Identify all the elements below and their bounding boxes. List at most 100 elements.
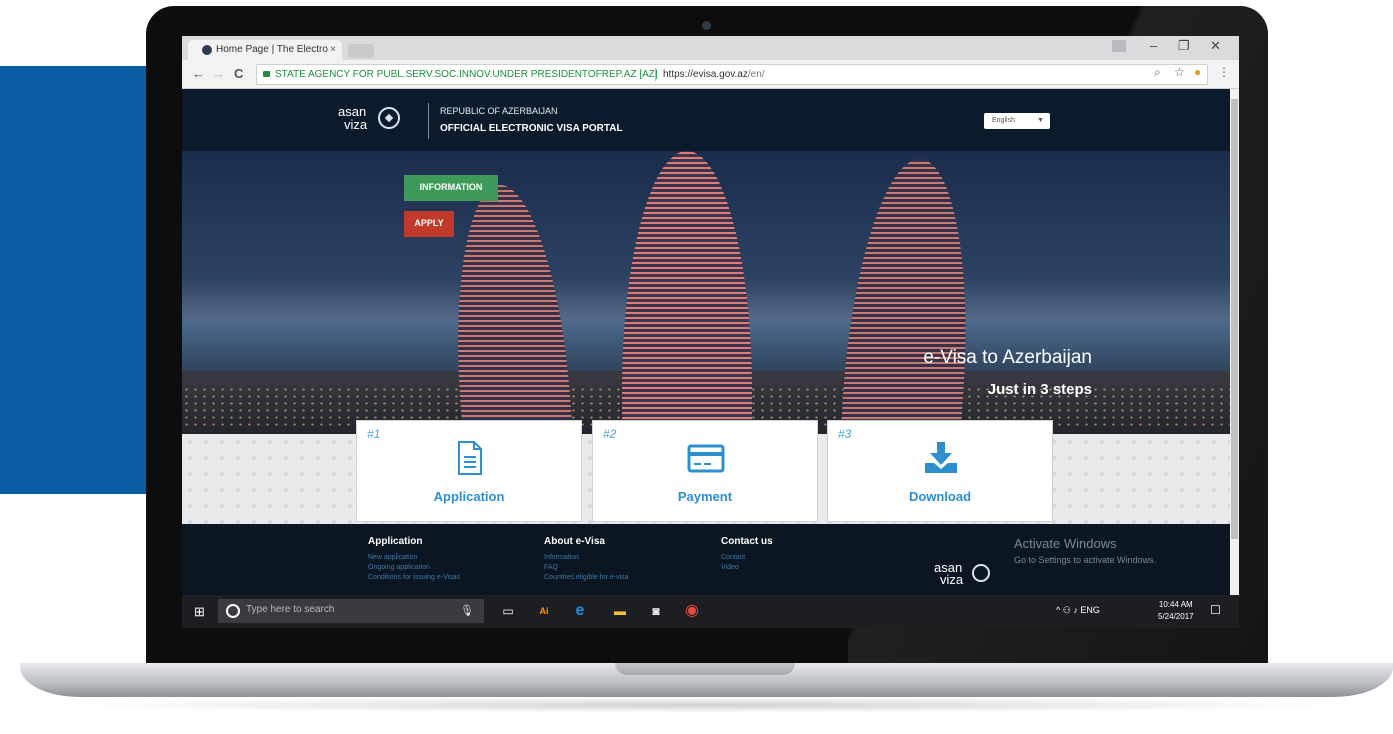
cortana-icon: [226, 604, 240, 618]
address-bar[interactable]: STATE AGENCY FOR PUBL.SERV.SOC.INNOV.UND…: [256, 64, 1208, 85]
step-card-payment[interactable]: #2 Payment: [592, 420, 818, 522]
footer-link[interactable]: Information: [544, 553, 628, 563]
forward-icon[interactable]: →: [212, 66, 225, 81]
menu-icon[interactable]: ⋮: [1218, 65, 1230, 79]
scrollbar-thumb[interactable]: [1231, 99, 1238, 539]
site-favicon-icon: [202, 45, 212, 55]
search-icon[interactable]: ⌕: [1154, 65, 1161, 80]
logo-emblem-icon: [972, 564, 990, 582]
chrome-icon[interactable]: ◉: [682, 601, 702, 621]
asan-viza-logo[interactable]: asan viza: [338, 105, 400, 132]
clock-time: 10:44 AM: [1158, 600, 1193, 609]
laptop-notch: [615, 663, 795, 675]
page-scrollbar[interactable]: [1230, 89, 1239, 595]
chevron-up-icon[interactable]: ^: [1056, 605, 1060, 615]
minimize-icon[interactable]: –: [1150, 38, 1157, 53]
footer-column-about: About e-Visa Information FAQ Countries e…: [544, 536, 628, 583]
watermark-title: Activate Windows: [1014, 536, 1117, 551]
close-window-icon[interactable]: ✕: [1210, 38, 1221, 54]
back-icon[interactable]: ←: [192, 66, 205, 81]
hero-banner: INFORMATION APPLY e-Visa to Azerbaijan J…: [182, 151, 1230, 434]
step-label: Download: [908, 489, 972, 504]
site-header: asan viza REPUBLIC OF AZERBAIJAN OFFICIA…: [182, 89, 1230, 151]
restore-icon[interactable]: ❐: [1178, 38, 1190, 54]
apply-button[interactable]: APPLY: [404, 211, 454, 237]
laptop-screen: Home Page | The Electro × – ❐ ✕ ← → C ST…: [182, 36, 1239, 628]
footer-link[interactable]: Ongoing application: [368, 563, 460, 573]
taskbar-clock[interactable]: 10:44 AM 5/24/2017: [1158, 599, 1194, 623]
network-icon[interactable]: ⚇: [1063, 605, 1071, 615]
steps-section: #1 Application #2 Payment #3 Download: [182, 420, 1230, 524]
footer-heading: Application: [368, 536, 423, 547]
site-footer: Application New application Ongoing appl…: [182, 524, 1230, 595]
header-country: REPUBLIC OF AZERBAIJAN: [440, 106, 558, 116]
tab-title: Home Page | The Electro: [216, 44, 328, 55]
download-icon: [925, 442, 957, 473]
extension-icon[interactable]: ●: [1194, 65, 1201, 79]
task-view-icon[interactable]: ▭: [498, 601, 518, 621]
store-icon[interactable]: ◙: [646, 601, 666, 621]
step-label: Application: [433, 489, 505, 504]
volume-icon[interactable]: ♪: [1073, 605, 1078, 615]
footer-link[interactable]: Countries eligible for e-visa: [544, 573, 628, 583]
system-tray: ^ ⚇ ♪ ENG: [1056, 605, 1100, 616]
windows-start-icon[interactable]: ⊞: [194, 604, 205, 620]
footer-link[interactable]: Conditions for issuing e-Visas: [368, 573, 460, 583]
clock-date: 5/24/2017: [1158, 612, 1194, 621]
tab-close-icon[interactable]: ×: [330, 40, 336, 60]
lock-icon: [263, 71, 270, 77]
edge-icon[interactable]: e: [570, 601, 590, 621]
browser-toolbar: ← → C STATE AGENCY FOR PUBL.SERV.SOC.INN…: [182, 60, 1239, 89]
step-number: #1: [367, 427, 381, 441]
credit-card-icon: [687, 444, 725, 473]
new-tab-button[interactable]: [348, 44, 374, 58]
footer-heading: About e-Visa: [544, 536, 605, 547]
webcam: [702, 21, 711, 30]
footer-heading: Contact us: [721, 536, 773, 547]
footer-link[interactable]: FAQ: [544, 563, 628, 573]
url-path: /en/: [747, 69, 765, 80]
web-page: asan viza REPUBLIC OF AZERBAIJAN OFFICIA…: [182, 89, 1230, 595]
reload-icon[interactable]: C: [234, 66, 243, 81]
windows-taskbar: ⊞ Type here to search 🎙 ▭ Ai e ▬ ◙ ◉ ^ ⚇…: [182, 595, 1239, 628]
browser-tab-strip: Home Page | The Electro × – ❐ ✕: [182, 36, 1239, 60]
footer-link[interactable]: Video: [721, 563, 773, 573]
flame-tower-center: [622, 151, 752, 434]
logo-emblem-icon: [378, 107, 400, 129]
profile-icon[interactable]: [1112, 40, 1126, 52]
footer-logo-bottom: viza: [940, 572, 964, 587]
hero-subtitle: Just in 3 steps: [987, 381, 1092, 398]
url-text: https://evisa.gov.az/en/: [663, 65, 765, 84]
file-explorer-icon[interactable]: ▬: [610, 601, 630, 621]
activate-windows-watermark: Activate Windows Go to Settings to activ…: [1014, 536, 1156, 565]
header-portal-title: OFFICIAL ELECTRONIC VISA PORTAL: [440, 123, 623, 134]
step-number: #2: [603, 427, 617, 441]
taskbar-search-box[interactable]: Type here to search 🎙: [218, 599, 484, 623]
keyboard-language[interactable]: ENG: [1080, 605, 1100, 615]
header-divider: [428, 103, 429, 139]
watermark-subtitle: Go to Settings to activate Windows.: [1014, 555, 1157, 565]
footer-column-contact: Contact us Contact Video: [721, 536, 773, 573]
footer-link[interactable]: New application: [368, 553, 460, 563]
footer-logo[interactable]: asan viza: [934, 561, 990, 587]
search-placeholder: Type here to search: [246, 604, 335, 615]
laptop-shadow: [60, 697, 1350, 713]
browser-tab[interactable]: Home Page | The Electro ×: [188, 40, 342, 60]
language-select[interactable]: English ▼: [984, 113, 1050, 129]
logo-text-bottom: viza: [344, 117, 368, 132]
information-button[interactable]: INFORMATION: [404, 175, 498, 201]
notification-icon[interactable]: ☐: [1210, 603, 1221, 617]
illustrator-icon[interactable]: Ai: [534, 601, 554, 621]
step-card-application[interactable]: #1 Application: [356, 420, 582, 522]
hero-title: e-Visa to Azerbaijan: [923, 347, 1092, 368]
footer-link[interactable]: Contact: [721, 553, 773, 563]
document-icon: [458, 441, 482, 475]
step-card-download[interactable]: #3 Download: [827, 420, 1053, 522]
chevron-down-icon: ▼: [1037, 117, 1044, 124]
url-host: https://evisa.gov.az: [663, 69, 748, 80]
certificate-owner: STATE AGENCY FOR PUBL.SERV.SOC.INNOV.UND…: [275, 69, 658, 80]
microphone-icon[interactable]: 🎙: [460, 604, 474, 617]
star-icon[interactable]: ☆: [1174, 65, 1185, 79]
language-value: English: [992, 117, 1015, 124]
step-number: #3: [838, 427, 852, 441]
